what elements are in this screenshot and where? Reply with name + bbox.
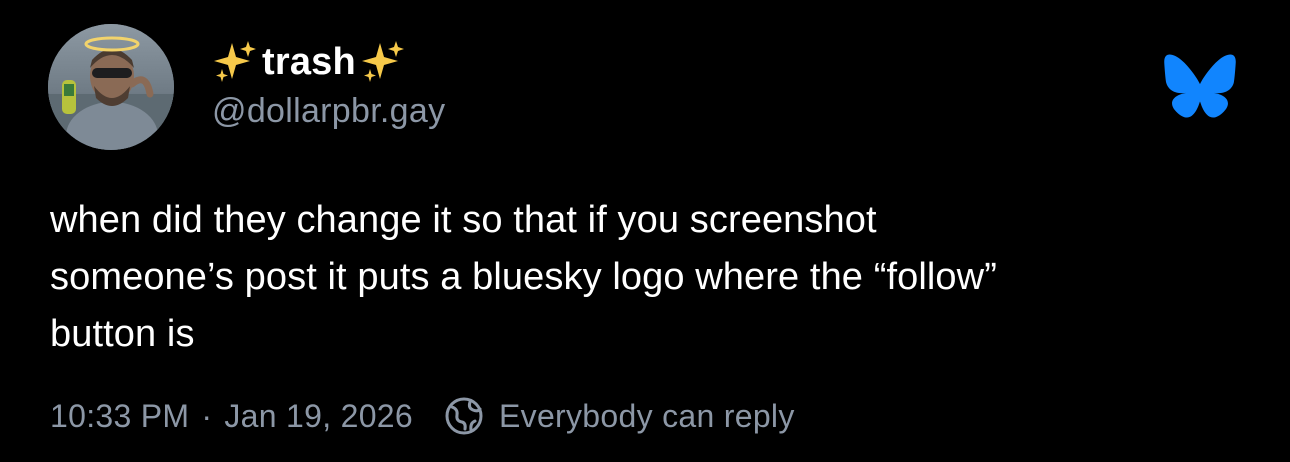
sparkles-icon — [212, 39, 258, 85]
display-name-text: trash — [262, 40, 356, 83]
bluesky-butterfly-icon — [1163, 52, 1237, 120]
author-info[interactable]: trash @dollarpbr.gay — [212, 38, 445, 131]
post-date[interactable]: Jan 19, 2026 — [224, 398, 413, 435]
globe-icon — [443, 395, 485, 437]
post-meta: 10:33 PM · Jan 19, 2026 Everybody can re… — [50, 392, 795, 440]
post-body: when did they change it so that if you s… — [50, 192, 1250, 363]
post-card: trash @dollarpbr.gay when did they chang… — [0, 0, 1290, 462]
meta-separator: · — [201, 397, 213, 434]
reply-setting-label[interactable]: Everybody can reply — [499, 398, 795, 435]
post-text-line: when did they change it so that if you s… — [50, 199, 877, 241]
post-text-line: someone’s post it puts a bluesky logo wh… — [50, 256, 997, 298]
post-text-line: button is — [50, 313, 195, 355]
author-handle: @dollarpbr.gay — [212, 92, 446, 130]
sparkles-icon — [360, 39, 406, 85]
avatar[interactable] — [48, 24, 174, 150]
post-time[interactable]: 10:33 PM — [50, 398, 189, 435]
avatar-image — [48, 24, 174, 150]
display-name: trash — [212, 38, 445, 86]
